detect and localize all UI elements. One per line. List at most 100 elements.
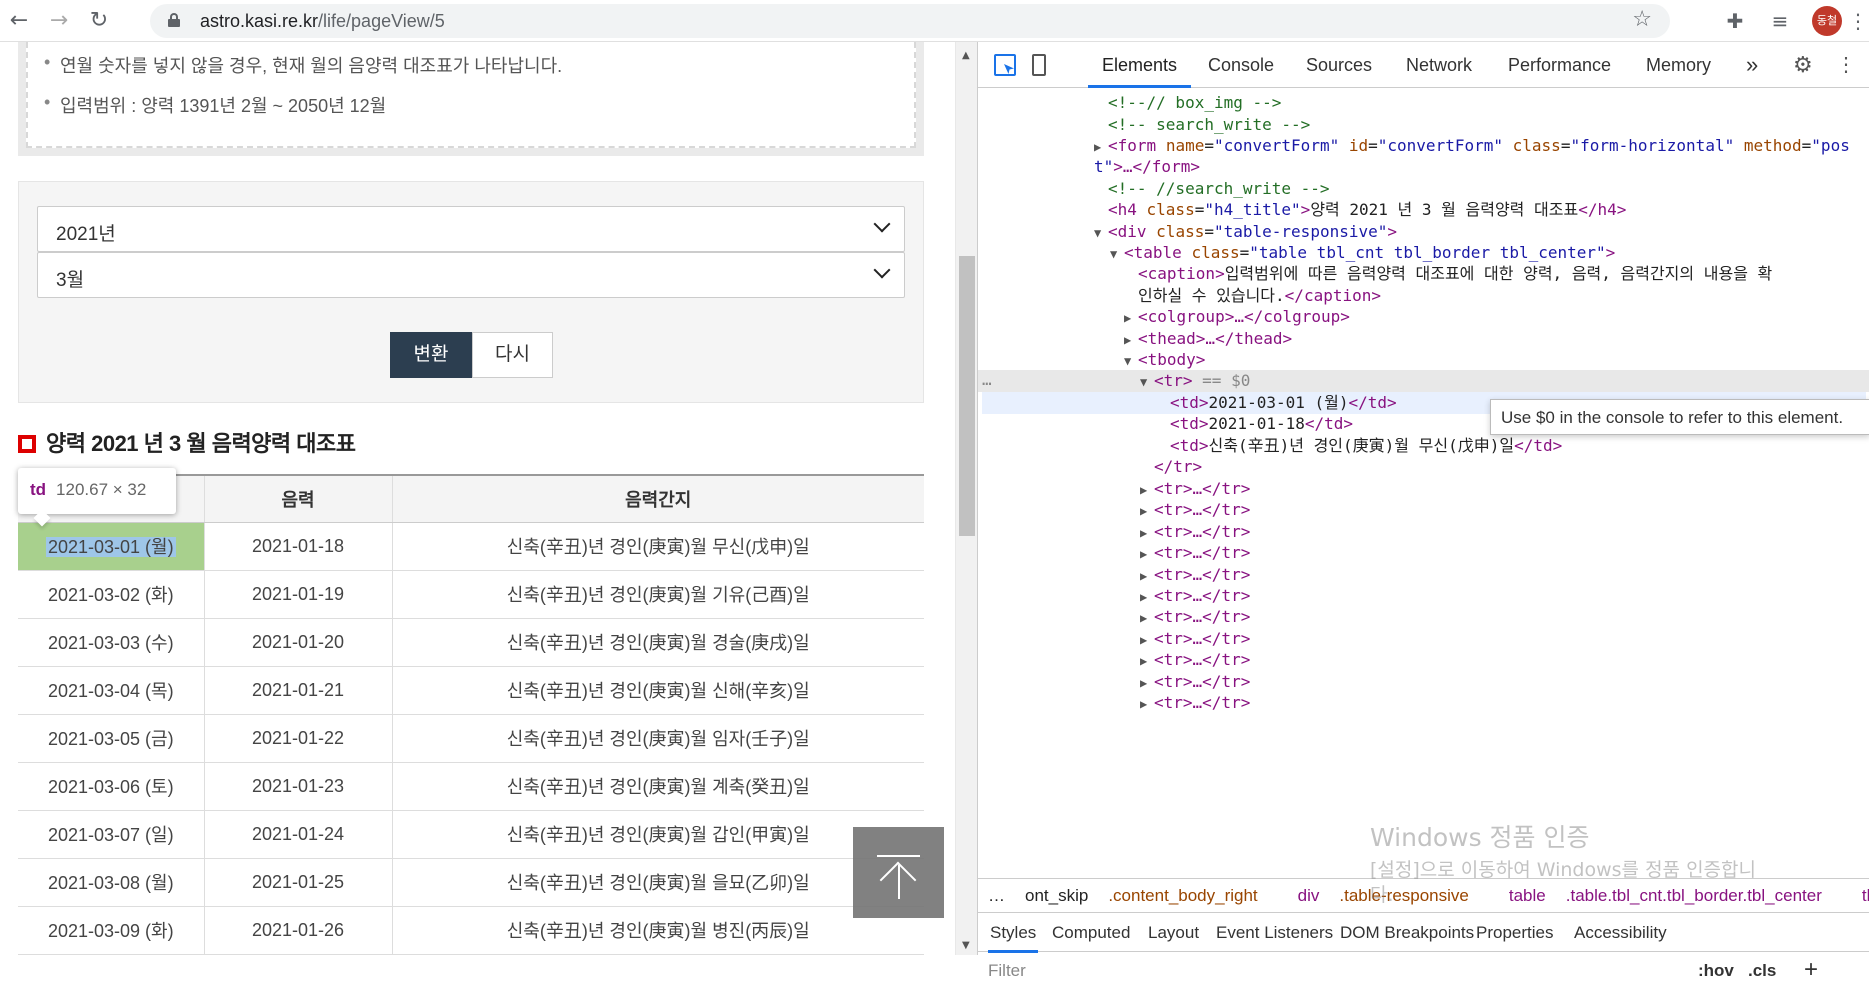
table-row: 2021-03-05 (금) 2021-01-22 신축(辛丑)년 경인(庚寅)… (18, 714, 924, 763)
tab-event-listeners[interactable]: Event Listeners (1216, 913, 1333, 953)
notice-item: 입력범위 : 양력 1391년 2월 ~ 2050년 12월 (44, 92, 916, 118)
back-icon[interactable]: ← (4, 6, 34, 36)
table-cell-solar: 2021-03-08 (월) (18, 858, 205, 907)
settings-gear-icon[interactable]: ⚙ (1793, 42, 1813, 88)
expand-triangle-icon[interactable]: ▶ (1140, 608, 1154, 630)
dom-node-colgroup[interactable]: ▶ <colgroup>…</colgroup> (1124, 306, 1350, 330)
filter-input[interactable]: Filter (988, 961, 1026, 981)
year-select[interactable]: 2021년 (37, 206, 905, 252)
dom-node-tr[interactable]: ▶ <tr>…</tr> (1140, 499, 1250, 523)
table-row: 2021-03-02 (화) 2021-01-19 신축(辛丑)년 경인(庚寅)… (18, 570, 924, 619)
dom-node-tr-close[interactable]: </tr> (1154, 456, 1202, 478)
expand-triangle-icon[interactable]: ▶ (1140, 694, 1154, 716)
collapse-triangle-icon[interactable]: ▼ (1094, 223, 1108, 245)
dom-node-tr[interactable]: ▶ <tr>…</tr> (1140, 649, 1250, 673)
dom-node-td[interactable]: <td>신축(辛丑)년 경인(庚寅)월 무신(戊申)일</td> (1170, 435, 1562, 457)
table-cell-ganji: 신축(辛丑)년 경인(庚寅)월 을묘(乙卯)일 (392, 858, 924, 907)
tab-elements[interactable]: Elements (1088, 42, 1192, 88)
ellipsis-icon[interactable]: … (982, 369, 992, 391)
reading-list-icon[interactable]: ≡ (1765, 6, 1795, 36)
forward-icon[interactable]: → (44, 6, 74, 36)
dom-node-tr[interactable]: ▶ <tr>…</tr> (1140, 692, 1250, 716)
dom-node-tr[interactable]: ▶ <tr>…</tr> (1140, 628, 1250, 652)
chevron-down-icon (873, 261, 891, 279)
dom-node-tr-selected[interactable]: ▼ <tr> == $0 (1140, 370, 1250, 394)
address-bar[interactable]: astro.kasi.re.kr/life/pageView/5 ☆ (150, 4, 1670, 38)
collapse-triangle-icon[interactable]: ▼ (1140, 372, 1154, 394)
table-cell-lunar: 2021-01-19 (204, 570, 393, 619)
table-cell-ganji: 신축(辛丑)년 경인(庚寅)월 신해(辛亥)일 (392, 666, 924, 715)
windows-activation-watermark: Windows 정품 인증 [설정]으로 이동하여 Windows를 정품 인증… (1370, 823, 1756, 906)
chrome-menu-icon[interactable]: ⋮ (1848, 6, 1868, 36)
tab-accessibility[interactable]: Accessibility (1574, 913, 1667, 953)
tab-console[interactable]: Console (1208, 42, 1274, 88)
profile-avatar[interactable]: 동철 (1812, 6, 1842, 36)
breadcrumb-more[interactable]: … (988, 886, 1005, 905)
dom-node-div[interactable]: ▼ <div class="table-responsive"> (1094, 221, 1397, 245)
expand-triangle-icon[interactable]: ▶ (1140, 651, 1154, 673)
table-row: 2021-03-09 (화) 2021-01-26 신축(辛丑)년 경인(庚寅)… (18, 906, 924, 955)
devtools-menu-icon[interactable]: ⋮ (1836, 42, 1856, 88)
expand-triangle-icon[interactable]: ▶ (1140, 501, 1154, 523)
devtools-tabbar: Elements Console Sources Network Perform… (978, 42, 1869, 88)
scrollbar-thumb[interactable] (959, 256, 975, 536)
dom-comment[interactable]: <!--// box_img --> (1108, 92, 1281, 114)
breadcrumb-item[interactable]: ont_skip .content_body_right (1025, 886, 1278, 905)
dom-node-thead[interactable]: ▶ <thead>…</thead> (1124, 328, 1292, 352)
dom-node-caption-cont[interactable]: 인하실 수 있습니다.</caption> (1138, 285, 1381, 307)
dom-node-tr[interactable]: ▶ <tr>…</tr> (1140, 478, 1250, 502)
dom-node-form-cont[interactable]: t">…</form> (1094, 156, 1200, 178)
expand-triangle-icon[interactable]: ▶ (1140, 544, 1154, 566)
dom-node-td[interactable]: <td>2021-01-18</td> (1170, 413, 1353, 435)
device-toolbar-icon[interactable] (1032, 54, 1046, 76)
bookmark-star-icon[interactable]: ☆ (1632, 7, 1652, 32)
dom-node-tr[interactable]: ▶ <tr>…</tr> (1140, 671, 1250, 695)
dom-node-tbody[interactable]: ▼ <tbody> (1124, 349, 1205, 373)
table-cell-ganji: 신축(辛丑)년 경인(庚寅)월 경술(庚戌)일 (392, 618, 924, 667)
tab-sources[interactable]: Sources (1306, 42, 1372, 88)
table-cell-lunar: 2021-01-22 (204, 714, 393, 763)
expand-triangle-icon[interactable]: ▶ (1124, 308, 1138, 330)
dom-node-tr[interactable]: ▶ <tr>…</tr> (1140, 585, 1250, 609)
inspect-element-icon[interactable] (994, 54, 1016, 76)
tab-performance[interactable]: Performance (1508, 42, 1611, 88)
breadcrumb-item[interactable]: tbody (1862, 886, 1869, 905)
tab-memory[interactable]: Memory (1646, 42, 1711, 88)
lock-icon (168, 13, 180, 27)
table-cell-solar: 2021-03-04 (목) (18, 666, 205, 715)
reset-button[interactable]: 다시 (472, 332, 553, 378)
url-text[interactable]: astro.kasi.re.kr/life/pageView/5 (200, 11, 445, 32)
dom-node-h4[interactable]: <h4 class="h4_title">양력 2021 년 3 월 음력양력 … (1108, 199, 1626, 221)
dom-node-td[interactable]: <td>2021-03-01 (월)</td> (1170, 392, 1397, 414)
scroll-down-icon[interactable]: ▼ (962, 940, 970, 951)
add-rule-icon[interactable]: + (1804, 956, 1818, 984)
dom-node-tr[interactable]: ▶ <tr>…</tr> (1140, 521, 1250, 545)
reload-icon[interactable]: ↻ (84, 6, 114, 36)
title-square-icon (18, 435, 36, 453)
tab-styles[interactable]: Styles (988, 913, 1039, 953)
dom-node-table[interactable]: ▼ <table class="table tbl_cnt tbl_border … (1110, 242, 1615, 266)
scroll-up-icon[interactable]: ▲ (962, 50, 970, 61)
tab-layout[interactable]: Layout (1148, 913, 1199, 953)
cls-toggle[interactable]: .cls (1748, 961, 1776, 981)
dom-comment[interactable]: <!-- //search_write --> (1108, 178, 1330, 200)
tab-properties[interactable]: Properties (1476, 913, 1553, 953)
dom-node-form[interactable]: ▶ <form name="convertForm" id="convertFor… (1094, 135, 1850, 159)
tab-network[interactable]: Network (1406, 42, 1472, 88)
convert-button[interactable]: 변환 (390, 332, 472, 378)
tab-computed[interactable]: Computed (1052, 913, 1130, 953)
more-tabs-icon[interactable]: » (1746, 42, 1758, 88)
hov-toggle[interactable]: :hov (1698, 961, 1734, 981)
extensions-icon[interactable]: ✚ (1720, 6, 1750, 36)
page-scrollbar[interactable]: ▲ ▼ (955, 42, 977, 955)
tab-dom-breakpoints[interactable]: DOM Breakpoints (1340, 913, 1474, 953)
dom-node-tr[interactable]: ▶ <tr>…</tr> (1140, 606, 1250, 630)
dom-node-tr[interactable]: ▶ <tr>…</tr> (1140, 542, 1250, 566)
dom-comment[interactable]: <!-- search_write --> (1108, 114, 1310, 136)
scroll-to-top-button[interactable] (853, 827, 944, 918)
dom-node-caption[interactable]: <caption>입력범위에 따른 음력양력 대조표에 대한 양력, 음력, 음… (1138, 263, 1772, 285)
collapse-triangle-icon[interactable]: ▼ (1110, 244, 1124, 266)
dom-node-tr[interactable]: ▶ <tr>…</tr> (1140, 564, 1250, 588)
page-title: 양력 2021 년 3 월 음력양력 대조표 (18, 426, 356, 458)
month-select[interactable]: 3월 (37, 252, 905, 298)
